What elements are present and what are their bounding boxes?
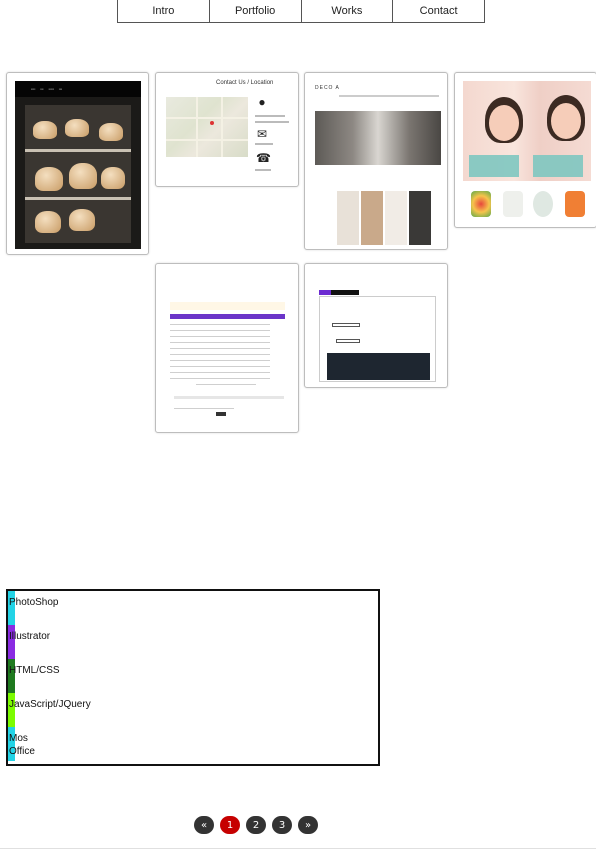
page-2-button[interactable]: 2 — [246, 816, 266, 834]
portfolio-card-cosmetics[interactable] — [454, 72, 596, 228]
skill-illustrator: Illustrator — [8, 625, 378, 659]
location-pin-icon: ● — [258, 95, 266, 109]
table-header-thumb — [170, 314, 285, 319]
mail-icon: ✉ — [256, 127, 268, 141]
portfolio-card-login[interactable] — [304, 263, 448, 388]
pagination: « 1 2 3 » — [194, 816, 318, 834]
search-bar-thumb — [170, 302, 285, 310]
skills-panel: PhotoShop Illustrator HTML/CSS JavaScrip… — [6, 589, 380, 766]
skill-label: JavaScript/JQuery — [9, 699, 91, 710]
skill-label: Mos Office — [9, 733, 35, 757]
portfolio-card-contact[interactable]: Contact Us / Location ● ✉ ☎ — [155, 72, 299, 187]
fashion-product-strip — [337, 191, 431, 245]
portfolio-card-fashion[interactable]: DECO A — [304, 72, 448, 250]
skill-label: Illustrator — [9, 631, 51, 642]
portfolio-card-bakery[interactable]: ▪▪▪▪ ▪▪▪ ▪▪▪▪▪ ▪▪▪ — [6, 72, 149, 255]
fashion-hero-image — [315, 111, 441, 165]
map-thumbnail — [166, 97, 248, 157]
skill-javascript-jquery: JavaScript/JQuery — [8, 693, 378, 727]
skill-label: PhotoShop — [9, 597, 59, 608]
skill-photoshop: PhotoShop — [8, 591, 378, 625]
footer-divider — [0, 848, 596, 849]
phone-icon: ☎ — [256, 151, 271, 165]
portfolio-card-board-table[interactable] — [155, 263, 299, 433]
skill-label: HTML/CSS — [9, 665, 60, 676]
skill-mos-office: Mos Office — [8, 727, 378, 761]
login-thumb-topbar — [319, 290, 359, 295]
bakery-thumbnail: ▪▪▪▪ ▪▪▪ ▪▪▪▪▪ ▪▪▪ — [15, 81, 141, 249]
next-page-button[interactable]: » — [298, 816, 318, 834]
nav-portfolio[interactable]: Portfolio — [210, 0, 302, 22]
nav-contact[interactable]: Contact — [393, 0, 484, 22]
skill-html-css: HTML/CSS — [8, 659, 378, 693]
nav-intro[interactable]: Intro — [118, 0, 210, 22]
fashion-logo: DECO A — [315, 85, 340, 91]
top-nav: Intro Portfolio Works Contact — [117, 0, 485, 23]
nav-works[interactable]: Works — [302, 0, 394, 22]
page-1-button[interactable]: 1 — [220, 816, 240, 834]
page-3-button[interactable]: 3 — [272, 816, 292, 834]
login-banner-thumb — [327, 353, 430, 380]
prev-page-button[interactable]: « — [194, 816, 214, 834]
contact-thumb-title: Contact Us / Location — [216, 80, 274, 86]
cosmetics-hero-image — [463, 81, 591, 181]
